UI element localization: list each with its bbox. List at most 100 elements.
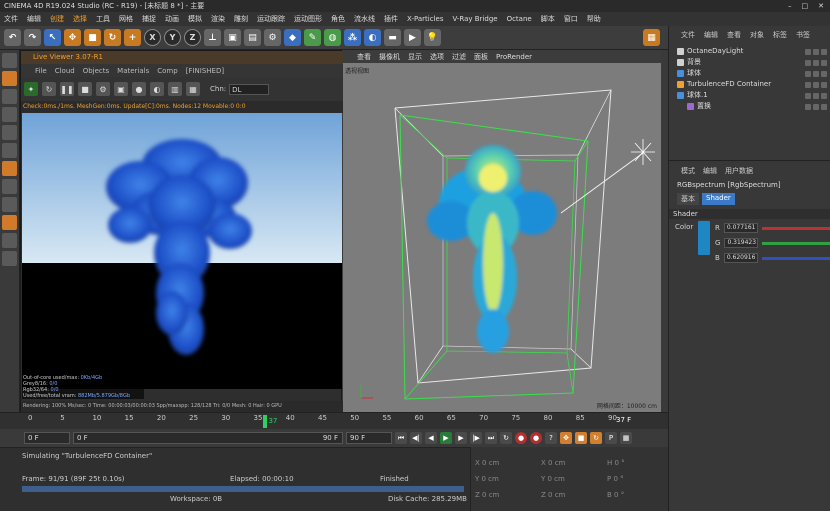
rotate-tool-icon[interactable]: ↻: [104, 29, 121, 46]
pen-spline-icon[interactable]: ✎: [304, 29, 321, 46]
focus-picker-icon[interactable]: ◐: [150, 82, 164, 96]
coordinate-field[interactable]: Z 0 cm: [475, 491, 533, 499]
object-row[interactable]: 置换: [669, 101, 830, 112]
attribute-menu-item[interactable]: 模式: [681, 166, 695, 176]
camera-icon[interactable]: ▶: [404, 29, 421, 46]
array-icon[interactable]: ⁂: [344, 29, 361, 46]
send-scene-icon[interactable]: ✦: [24, 82, 38, 96]
axis-z-button[interactable]: Z: [184, 29, 201, 46]
render-picture-viewer-icon[interactable]: ▤: [244, 29, 261, 46]
live-viewer-menu-item[interactable]: File: [35, 67, 47, 75]
param-key-icon[interactable]: P: [605, 432, 617, 444]
restart-render-icon[interactable]: ↻: [42, 82, 56, 96]
lock-resolution-icon[interactable]: ▥: [168, 82, 182, 96]
channel-value-field[interactable]: 0.077161: [723, 223, 758, 233]
attribute-tab[interactable]: 基本: [677, 193, 699, 205]
object-manager-menu-item[interactable]: 对象: [750, 30, 764, 42]
stop-icon[interactable]: ■: [78, 82, 92, 96]
perspective-viewport[interactable]: 查看 摄像机 显示 选项 过滤 面板 ProRender 透视视图 网格间距：1…: [343, 50, 661, 412]
coordinate-field[interactable]: P 0 °: [607, 475, 665, 483]
deformer-icon[interactable]: ◐: [364, 29, 381, 46]
object-manager-menu-item[interactable]: 编辑: [704, 30, 718, 42]
render-view-icon[interactable]: ▣: [224, 29, 241, 46]
menu-item[interactable]: 帮助: [587, 14, 601, 24]
rotation-key-icon[interactable]: ↻: [590, 432, 602, 444]
select-tool-icon[interactable]: ↖: [44, 29, 61, 46]
end-frame-field[interactable]: 90 F: [346, 432, 392, 444]
object-manager-menu-item[interactable]: 文件: [681, 30, 695, 42]
pla-key-icon[interactable]: ▦: [620, 432, 632, 444]
channel-select[interactable]: Chn: DL: [210, 83, 270, 95]
coordinate-field[interactable]: X 0 cm: [541, 459, 599, 467]
pause-icon[interactable]: ❚❚: [60, 82, 74, 96]
color-swatch[interactable]: [698, 221, 710, 255]
viewport-menu-item[interactable]: 摄像机: [379, 52, 400, 62]
viewport-menu-item[interactable]: 面板: [474, 52, 488, 62]
coordinate-field[interactable]: X 0 cm: [475, 459, 533, 467]
menu-item[interactable]: 雕刻: [234, 14, 248, 24]
object-row[interactable]: 背景: [669, 57, 830, 68]
texture-mode-icon[interactable]: [2, 71, 17, 86]
object-flag-icon[interactable]: [813, 48, 819, 55]
object-row[interactable]: 球体: [669, 68, 830, 79]
soft-selection-icon[interactable]: [2, 233, 17, 248]
object-flag-icon[interactable]: [813, 59, 819, 66]
polygons-mode-icon[interactable]: [2, 143, 17, 158]
menu-item[interactable]: 插件: [384, 14, 398, 24]
channel-slider[interactable]: [762, 241, 830, 245]
layout-icon[interactable]: ▦: [643, 29, 660, 46]
object-flag-icon[interactable]: [821, 81, 827, 88]
menu-item[interactable]: 编辑: [27, 14, 41, 24]
coordinate-field[interactable]: Z 0 cm: [541, 491, 599, 499]
floor-icon[interactable]: ▬: [384, 29, 401, 46]
autokey-icon[interactable]: ●: [530, 432, 542, 444]
workplane-icon[interactable]: [2, 89, 17, 104]
grid-icon[interactable]: [2, 251, 17, 266]
menu-item[interactable]: 流水线: [354, 14, 375, 24]
coordinate-field[interactable]: Y 0 cm: [475, 475, 533, 483]
live-viewer-menu-item[interactable]: Cloud: [55, 67, 75, 75]
menu-item[interactable]: 网格: [119, 14, 133, 24]
subdivision-icon[interactable]: ◍: [324, 29, 341, 46]
tweak-mode-icon[interactable]: [2, 179, 17, 194]
coordinate-field[interactable]: Y 0 cm: [541, 475, 599, 483]
edges-mode-icon[interactable]: [2, 125, 17, 140]
object-row[interactable]: OctaneDayLight: [669, 46, 830, 57]
object-flag-icon[interactable]: [821, 92, 827, 99]
menu-item[interactable]: X-Particles: [407, 15, 443, 23]
maximize-icon[interactable]: □: [802, 2, 809, 10]
object-flag-icon[interactable]: [805, 70, 811, 77]
render-image[interactable]: [22, 113, 342, 389]
preview-range-slider[interactable]: 0 F 90 F: [73, 432, 343, 444]
light-icon[interactable]: 💡: [424, 29, 441, 46]
settings-icon[interactable]: ⚙: [96, 82, 110, 96]
menu-item[interactable]: 运动图形: [294, 14, 322, 24]
object-flag-icon[interactable]: [805, 59, 811, 66]
channel-value-field[interactable]: 0.319423: [724, 238, 759, 248]
menu-item[interactable]: 动画: [165, 14, 179, 24]
model-mode-icon[interactable]: [2, 53, 17, 68]
menu-item[interactable]: 捕捉: [142, 14, 156, 24]
start-frame-field[interactable]: 0 F: [24, 432, 70, 444]
object-flag-icon[interactable]: [813, 92, 819, 99]
object-manager-menu-item[interactable]: 书签: [796, 30, 810, 42]
coordinate-field[interactable]: B 0 °: [607, 491, 665, 499]
menu-item[interactable]: V-Ray Bridge: [452, 15, 497, 23]
attribute-menu-item[interactable]: 编辑: [703, 166, 717, 176]
redo-icon[interactable]: ↷: [24, 29, 41, 46]
object-flag-icon[interactable]: [813, 70, 819, 77]
live-viewer-menu-item[interactable]: Materials: [117, 67, 149, 75]
move-tool-icon[interactable]: ✥: [64, 29, 81, 46]
attribute-tab[interactable]: Shader: [702, 193, 735, 205]
coordinate-system-icon[interactable]: ⊥: [204, 29, 221, 46]
channel-value-field[interactable]: 0.620916: [723, 253, 758, 263]
object-manager-menu-item[interactable]: 查看: [727, 30, 741, 42]
axis-mode-icon[interactable]: [2, 161, 17, 176]
attribute-menu-item[interactable]: 用户数据: [725, 166, 753, 176]
channel-slider[interactable]: [761, 256, 830, 260]
viewport-menu-item[interactable]: 查看: [357, 52, 371, 62]
menu-item[interactable]: 渲染: [211, 14, 225, 24]
axis-x-button[interactable]: X: [144, 29, 161, 46]
axis-y-button[interactable]: Y: [164, 29, 181, 46]
next-frame-icon[interactable]: ▶: [455, 432, 467, 444]
